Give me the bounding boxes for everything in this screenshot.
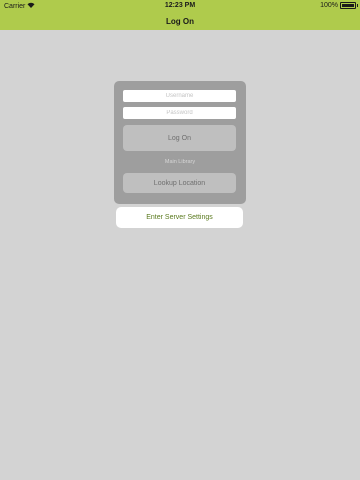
enter-server-settings-button[interactable]: Enter Server Settings (116, 207, 243, 228)
lookup-location-label: Lookup Location (153, 179, 206, 187)
battery-icon (340, 2, 358, 9)
navigation-bar: Log On (0, 12, 360, 30)
battery-indicator: 100% (320, 2, 358, 9)
status-bar: Carrier 12:23 PM 100% (0, 0, 360, 12)
password-field[interactable] (123, 107, 236, 119)
logon-button-label: Log On (168, 134, 191, 142)
library-label: Main Library (164, 159, 196, 165)
page-title: Log On (166, 16, 194, 26)
server-settings-label: Enter Server Settings (146, 214, 213, 221)
battery-percent: 100% (320, 2, 338, 9)
logon-button[interactable]: Log On (123, 125, 236, 151)
status-time: 12:23 PM (164, 2, 196, 9)
username-field[interactable] (123, 90, 236, 102)
lookup-location-button[interactable]: Lookup Location (123, 173, 236, 193)
login-panel: Log On Main Library Lookup Location (114, 81, 246, 204)
